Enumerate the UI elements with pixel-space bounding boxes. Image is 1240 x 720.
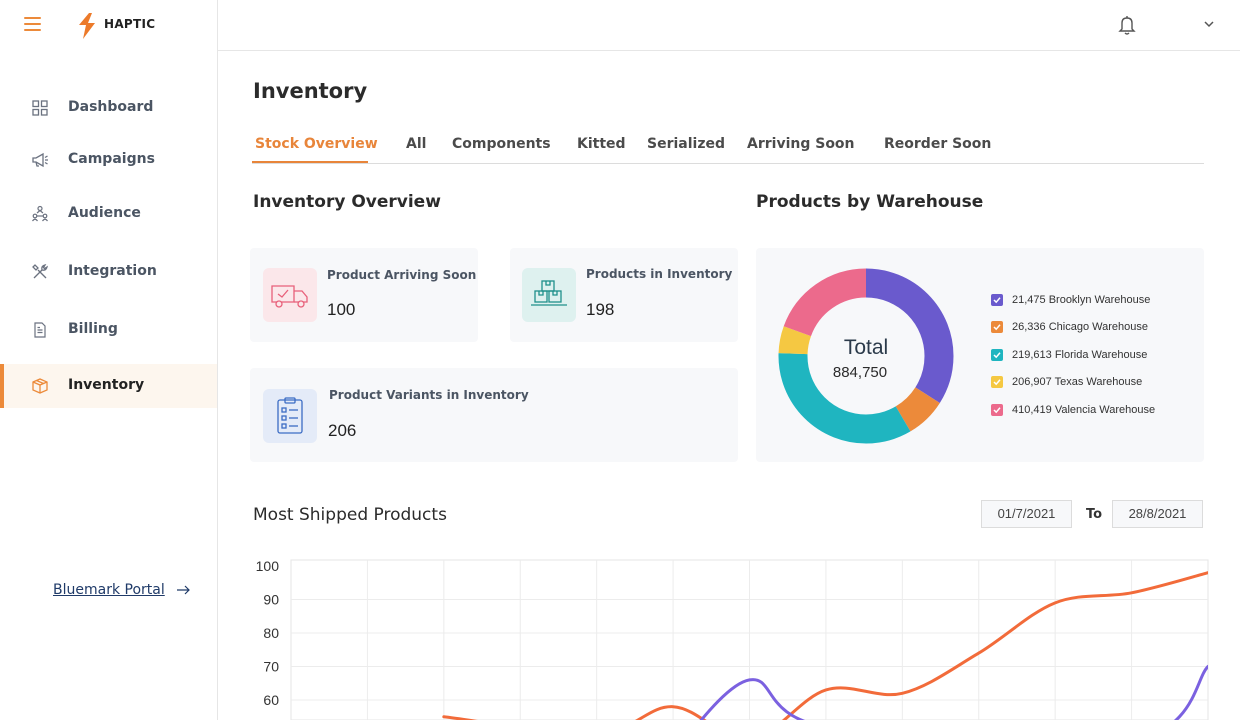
sidebar-item-inventory[interactable]: Inventory <box>0 364 217 408</box>
date-from-input[interactable]: 01/7/2021 <box>981 500 1072 528</box>
tab-reorder-soon[interactable]: Reorder Soon <box>884 136 991 152</box>
card-value: 100 <box>327 300 356 319</box>
most-shipped-chart: 100 90 80 70 60 <box>256 558 1209 720</box>
checkbox-icon <box>991 349 1003 361</box>
sidebar-item-label: Dashboard <box>68 99 154 115</box>
document-icon <box>34 322 46 338</box>
clipboard-icon <box>263 389 317 443</box>
sidebar-item-audience[interactable]: Audience <box>0 192 217 236</box>
audience-icon <box>32 205 48 222</box>
chart-series-line-2 <box>699 665 1208 720</box>
brand-row: HAPTIC <box>0 0 218 50</box>
card-label: Product Arriving Soon <box>327 268 477 282</box>
brand-name: HAPTIC <box>104 17 156 31</box>
legend-text: 26,336 Chicago Warehouse <box>1012 321 1148 333</box>
megaphone-icon <box>32 152 48 168</box>
tab-serialized[interactable]: Serialized <box>647 136 725 152</box>
active-indicator <box>0 364 4 408</box>
checkbox-icon <box>991 376 1003 388</box>
sidebar-item-campaigns[interactable]: Campaigns <box>0 138 217 182</box>
active-tab-underline <box>252 161 368 163</box>
chevron-down-icon[interactable] <box>1203 19 1215 29</box>
warehouse-panel: Total 884,750 21,475 Brooklyn Warehouse … <box>756 248 1204 462</box>
tab-kitted[interactable]: Kitted <box>577 136 626 152</box>
sidebar-item-billing[interactable]: Billing <box>0 308 217 352</box>
most-shipped-title: Most Shipped Products <box>253 505 447 525</box>
inventory-overview-title: Inventory Overview <box>253 192 441 212</box>
donut-total-label: Total <box>844 336 888 359</box>
page-title: Inventory <box>253 79 368 103</box>
warehouse-donut-chart: Total 884,750 <box>778 268 954 444</box>
card-label: Products in Inventory <box>586 267 733 281</box>
sidebar-item-label: Campaigns <box>68 151 155 167</box>
sidebar-item-label: Inventory <box>68 377 145 393</box>
y-tick-label: 60 <box>263 692 279 708</box>
stat-card-inventory[interactable]: Products in Inventory 198 <box>510 248 738 342</box>
card-value: 206 <box>328 421 357 440</box>
checkbox-icon <box>991 321 1003 333</box>
legend-text: 410,419 Valencia Warehouse <box>1012 404 1156 416</box>
y-tick-label: 70 <box>263 659 279 675</box>
truck-icon <box>263 268 317 322</box>
date-to-input[interactable]: 28/8/2021 <box>1112 500 1203 528</box>
tab-stock-overview[interactable]: Stock Overview <box>255 136 378 152</box>
tab-arriving-soon[interactable]: Arriving Soon <box>747 136 855 152</box>
legend-text: 21,475 Brooklyn Warehouse <box>1012 294 1151 306</box>
boxes-icon <box>522 268 576 322</box>
bell-icon[interactable] <box>1118 15 1136 35</box>
tools-icon <box>32 263 49 279</box>
sidebar-item-integration[interactable]: Integration <box>0 250 217 294</box>
card-value: 198 <box>586 300 615 319</box>
tab-bar: Stock Overview All Components Kitted Ser… <box>252 136 1204 164</box>
arrow-right-icon[interactable] <box>175 582 191 598</box>
menu-icon[interactable] <box>24 17 41 31</box>
sidebar: HAPTIC Dashboard Campaigns Audience Inte… <box>0 0 218 720</box>
sidebar-item-label: Integration <box>68 263 157 279</box>
legend-text: 219,613 Florida Warehouse <box>1012 349 1148 361</box>
donut-total-value: 884,750 <box>833 364 887 381</box>
date-range-to-label: To <box>1086 507 1103 522</box>
sidebar-item-label: Billing <box>68 321 118 337</box>
bluemark-portal-link[interactable]: Bluemark Portal <box>53 582 165 598</box>
sidebar-item-label: Audience <box>68 205 141 221</box>
stat-card-arriving[interactable]: Product Arriving Soon 100 <box>250 248 478 342</box>
checkbox-icon <box>991 404 1003 416</box>
box-icon <box>32 378 48 394</box>
logo-icon <box>79 13 95 39</box>
products-by-warehouse-title: Products by Warehouse <box>756 192 984 212</box>
checkbox-icon <box>991 294 1003 306</box>
y-tick-label: 90 <box>263 592 279 608</box>
grid-icon <box>32 100 48 116</box>
stat-card-variants[interactable]: Product Variants in Inventory 206 <box>250 368 738 462</box>
y-tick-label: 80 <box>263 625 279 641</box>
card-label: Product Variants in Inventory <box>329 388 529 402</box>
legend-text: 206,907 Texas Warehouse <box>1012 376 1143 388</box>
top-bar <box>218 0 1240 51</box>
y-tick-label: 100 <box>256 558 280 574</box>
sidebar-item-dashboard[interactable]: Dashboard <box>0 86 217 130</box>
tab-components[interactable]: Components <box>452 136 551 152</box>
tab-all[interactable]: All <box>406 136 426 152</box>
